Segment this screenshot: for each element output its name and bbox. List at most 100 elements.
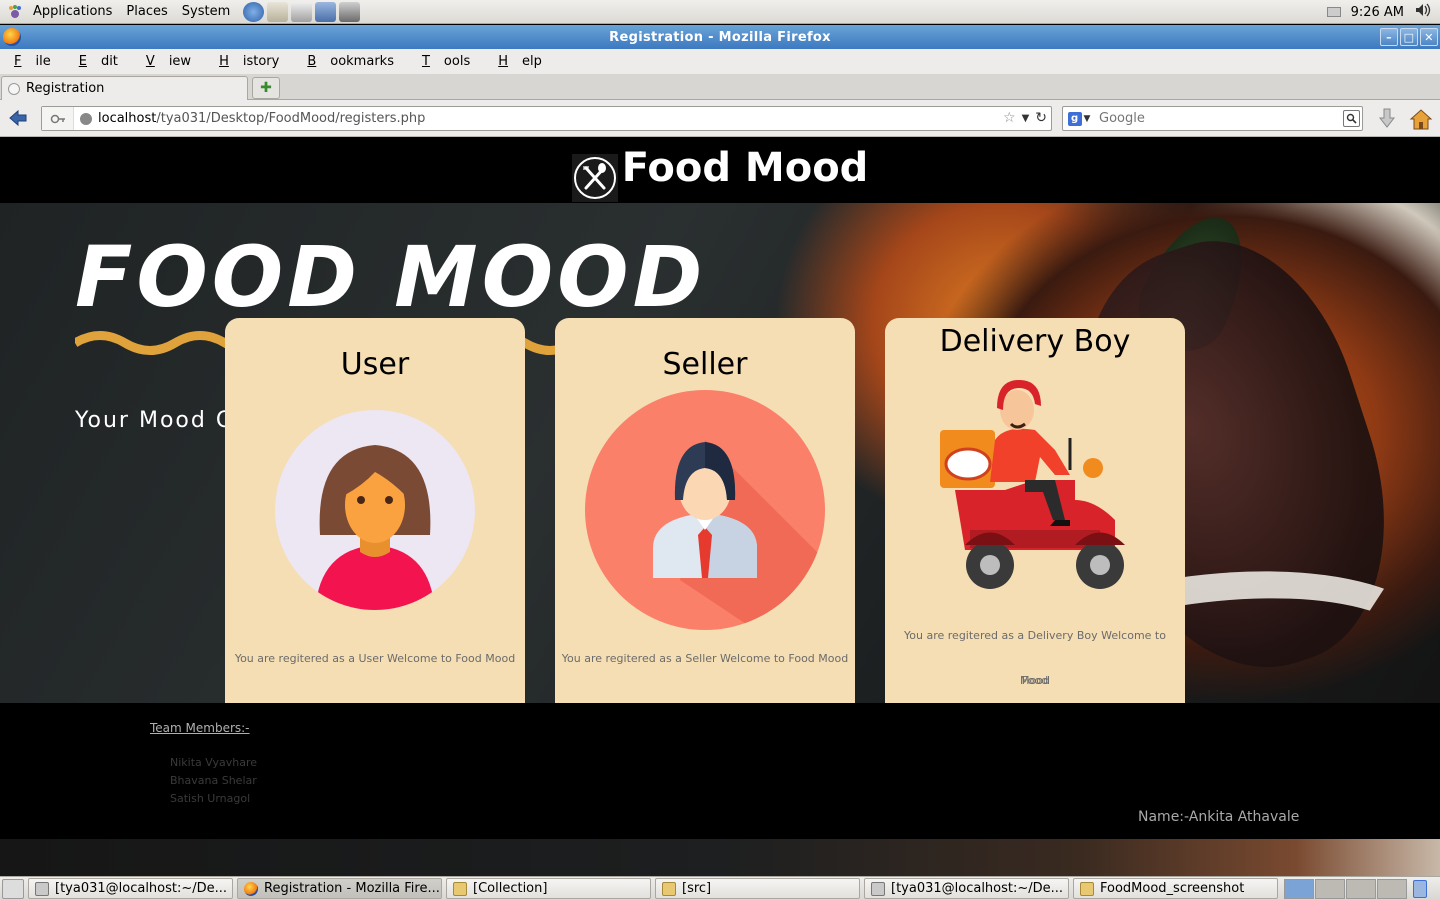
notes-launcher-icon[interactable] xyxy=(291,1,313,22)
bookmark-star-icon[interactable]: ☆ xyxy=(1003,110,1016,126)
presentation-launcher-icon[interactable] xyxy=(315,1,337,22)
url-bar[interactable]: localhost/tya031/Desktop/FoodMood/regist… xyxy=(41,106,1052,131)
card-title: User xyxy=(340,347,410,382)
team-members-list: Nikita Vyavhare Bhavana Shelar Satish Ur… xyxy=(170,754,257,808)
site-identity-icon[interactable] xyxy=(42,107,74,130)
seller-avatar-icon xyxy=(585,390,825,630)
site-footer: Team Members:- Nikita Vyavhare Bhavana S… xyxy=(0,703,1440,839)
hero-banner: FOOD MOOD Your Mood C User You are regit… xyxy=(0,203,1440,703)
team-member: Bhavana Shelar xyxy=(170,774,257,787)
menu-help[interactable]: Help xyxy=(484,54,556,69)
search-engine-icon[interactable]: g ▼ xyxy=(1063,107,1095,130)
workspace-1[interactable] xyxy=(1284,878,1314,899)
menu-tools[interactable]: Tools xyxy=(408,54,484,69)
author-name: Name:-Ankita Athavale xyxy=(1138,809,1300,825)
gnome-foot-icon[interactable] xyxy=(6,3,24,21)
menu-edit[interactable]: Edit xyxy=(65,54,132,69)
workspace-4[interactable] xyxy=(1377,878,1407,899)
delivery-boy-card[interactable]: Delivery Boy You are regitered as a Deli… xyxy=(885,318,1185,703)
menu-view[interactable]: View xyxy=(132,54,205,69)
card-message: You are regitered as a User Welcome to F… xyxy=(234,652,516,665)
places-menu[interactable]: Places xyxy=(119,4,174,19)
menu-bookmarks[interactable]: Bookmarks xyxy=(293,54,408,69)
menu-file[interactable]: File xyxy=(0,54,65,69)
search-bar[interactable]: g ▼ xyxy=(1062,106,1363,131)
background-image-strip xyxy=(0,839,1440,876)
minimize-button[interactable]: – xyxy=(1380,28,1398,46)
system-menu[interactable]: System xyxy=(175,4,237,19)
gnome-top-panel: Applications Places System 9:26 AM xyxy=(0,0,1440,24)
url-text[interactable]: localhost/tya031/Desktop/FoodMood/regist… xyxy=(98,111,425,126)
workspace-2[interactable] xyxy=(1315,878,1345,899)
tab-registration[interactable]: Registration xyxy=(1,76,248,100)
taskbar-collection[interactable]: [Collection] xyxy=(446,878,651,899)
user-avatar-icon xyxy=(275,410,475,610)
taskbar-terminal-2[interactable]: [tya031@localhost:~/De... xyxy=(864,878,1069,899)
team-members-link[interactable]: Team Members:- xyxy=(150,721,250,735)
site-header: Food Mood xyxy=(0,138,1440,203)
globe-icon xyxy=(80,112,92,125)
menubar: File Edit View History Bookmarks Tools H… xyxy=(0,49,1440,74)
folder-icon xyxy=(1080,881,1094,896)
card-message-continued: Mood xyxy=(1020,674,1050,687)
taskbar-foodmood-screenshot[interactable]: FoodMood_screenshot xyxy=(1073,878,1278,899)
menu-history[interactable]: History xyxy=(205,54,293,69)
navigation-toolbar: localhost/tya031/Desktop/FoodMood/regist… xyxy=(0,100,1440,137)
team-member: Nikita Vyavhare xyxy=(170,756,258,769)
taskbar-terminal-1[interactable]: [tya031@localhost:~/De... xyxy=(28,878,233,899)
terminal-launcher-icon[interactable] xyxy=(339,1,361,22)
volume-icon[interactable] xyxy=(1414,2,1432,22)
web-browser-launcher-icon[interactable] xyxy=(243,1,265,22)
close-button[interactable]: ✕ xyxy=(1420,28,1438,46)
home-icon[interactable] xyxy=(1409,106,1433,131)
task-label: [Collection] xyxy=(473,881,548,896)
window-title: Registration - Mozilla Firefox xyxy=(609,29,831,45)
search-input[interactable] xyxy=(1095,111,1330,126)
task-label: [src] xyxy=(682,881,712,896)
workspace-3[interactable] xyxy=(1346,878,1376,899)
hero-title: FOOD MOOD xyxy=(75,228,707,326)
task-label: FoodMood_screenshot xyxy=(1100,881,1245,896)
folder-icon xyxy=(662,881,676,896)
card-title: Delivery Boy xyxy=(939,324,1131,359)
window-titlebar[interactable]: Registration - Mozilla Firefox – □ ✕ xyxy=(0,25,1440,49)
workspace-switcher xyxy=(1284,878,1407,899)
seller-card[interactable]: Seller You are regitered as a Seller Wel… xyxy=(555,318,855,703)
delivery-scooter-icon xyxy=(940,380,1125,589)
task-label: [tya031@localhost:~/De... xyxy=(891,881,1064,896)
back-button[interactable] xyxy=(6,107,30,129)
taskbar-src[interactable]: [src] xyxy=(655,878,860,899)
show-desktop-icon[interactable] xyxy=(2,878,24,899)
firefox-icon[interactable] xyxy=(3,28,21,46)
maximize-button[interactable]: □ xyxy=(1400,28,1418,46)
search-icon[interactable] xyxy=(1343,110,1360,127)
taskbar-firefox[interactable]: Registration - Mozilla Fire... xyxy=(237,878,442,899)
card-title: Seller xyxy=(662,347,748,382)
tab-label: Registration xyxy=(26,81,105,96)
registration-cards: User You are regitered as a User Welcome… xyxy=(225,318,1185,703)
firefox-icon xyxy=(244,881,258,896)
task-label: [tya031@localhost:~/De... xyxy=(55,881,228,896)
card-message: You are regitered as a Seller Welcome to… xyxy=(561,652,849,665)
task-label: Registration - Mozilla Fire... xyxy=(264,881,440,896)
network-icon[interactable] xyxy=(1326,7,1341,17)
clock[interactable]: 9:26 AM xyxy=(1351,5,1404,20)
new-tab-button[interactable]: ✚ xyxy=(252,77,280,99)
url-dropdown-icon[interactable]: ▼ xyxy=(1022,113,1030,124)
team-member: Satish Urnagol xyxy=(170,792,251,805)
user-card[interactable]: User You are regitered as a User Welcome… xyxy=(225,318,525,703)
fork-spoon-logo-icon[interactable] xyxy=(571,153,618,202)
terminal-icon xyxy=(871,881,885,896)
web-page: Food Mood FOOD MOOD Your Mood C User You… xyxy=(0,138,1440,876)
trash-icon[interactable] xyxy=(1413,879,1427,898)
downloads-icon[interactable] xyxy=(1375,106,1399,131)
gnome-bottom-panel: [tya031@localhost:~/De... Registration -… xyxy=(0,876,1440,900)
reload-icon[interactable]: ↻ xyxy=(1035,110,1047,126)
tab-bar: Registration ✚ xyxy=(0,74,1440,100)
site-title: Food Mood xyxy=(621,144,869,191)
folder-icon xyxy=(453,881,467,896)
hero-subtitle: Your Mood C xyxy=(75,408,234,433)
applications-menu[interactable]: Applications xyxy=(26,4,119,19)
email-launcher-icon[interactable] xyxy=(267,1,289,22)
terminal-icon xyxy=(35,881,49,896)
